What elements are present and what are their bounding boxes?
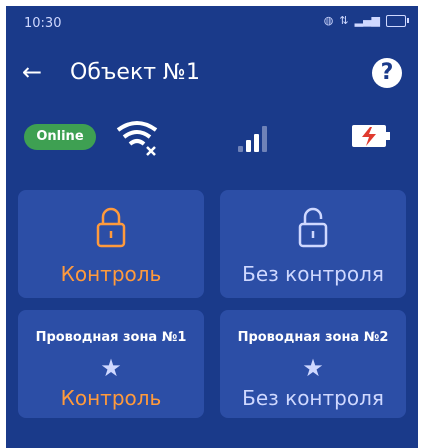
partition-card-1[interactable]: Контроль — [18, 190, 204, 298]
wifi-calling-icon: ◍ — [323, 14, 334, 27]
star-icon: ★ — [100, 354, 122, 382]
power-charging-icon — [352, 125, 390, 147]
status-icons: ◍ ⇅ ▂▄▆ — [323, 14, 409, 27]
zone-status: Без контроля — [242, 386, 384, 410]
battery-icon — [386, 14, 409, 27]
partition-status: Без контроля — [242, 262, 384, 286]
gsm-signal-icon — [238, 122, 267, 152]
zone-label: Проводная зона №1 — [35, 330, 187, 345]
online-badge: Online — [24, 124, 96, 150]
network-speed-icon: ⇅ — [339, 14, 349, 27]
zone-label: Проводная зона №2 — [237, 330, 389, 345]
device-indicators: Online — [6, 114, 418, 164]
partition-status: Контроль — [60, 262, 162, 286]
help-button[interactable]: ? — [372, 58, 402, 88]
wifi-disconnected-icon — [116, 121, 158, 156]
app-bar: ← Объект №1 ? — [6, 54, 418, 104]
zone-card-1[interactable]: Проводная зона №1 ★ Контроль — [18, 310, 204, 418]
lock-closed-icon — [96, 207, 126, 248]
zone-card-2[interactable]: Проводная зона №2 ★ Без контроля — [220, 310, 406, 418]
zone-status: Контроль — [60, 386, 162, 410]
back-button[interactable]: ← — [22, 58, 42, 86]
star-icon: ★ — [302, 354, 324, 382]
signal-icon: ▂▄▆ — [354, 14, 380, 27]
lock-open-icon — [298, 207, 328, 248]
partition-card-2[interactable]: Без контроля — [220, 190, 406, 298]
page-title: Объект №1 — [70, 60, 200, 85]
status-time: 10:30 — [24, 16, 62, 31]
app-screen: 10:30 ◍ ⇅ ▂▄▆ ← Объект №1 ? Online Контр… — [6, 6, 418, 448]
status-bar: 10:30 ◍ ⇅ ▂▄▆ — [6, 6, 418, 42]
